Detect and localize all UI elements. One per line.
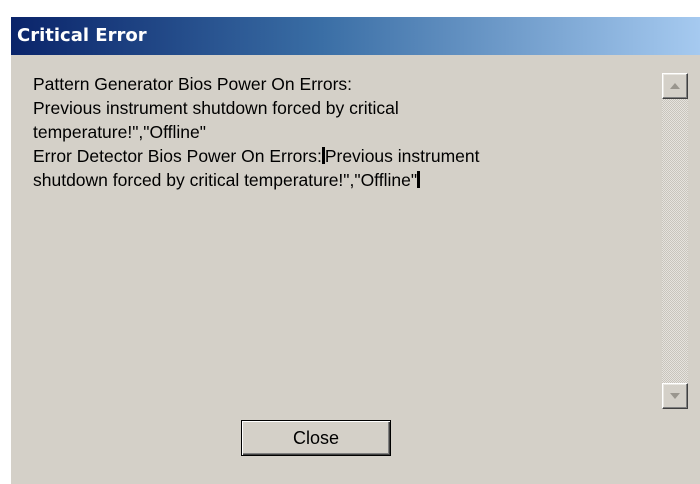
message-line: temperature!","Offline" <box>33 122 206 142</box>
scroll-down-button[interactable] <box>662 383 688 409</box>
text-separator-mark <box>417 171 421 188</box>
message-line: Pattern Generator Bios Power On Errors: <box>33 74 353 94</box>
message-line: Error Detector Bios Power On Errors: <box>33 146 322 166</box>
message-line: Previous instrument shutdown forced by c… <box>33 98 399 118</box>
dialog-title: Critical Error <box>17 25 147 46</box>
scroll-up-button[interactable] <box>662 73 688 99</box>
critical-error-dialog: Critical Error Pattern Generator Bios Po… <box>10 16 700 484</box>
arrow-down-icon <box>670 393 680 399</box>
vertical-scrollbar[interactable] <box>662 73 688 409</box>
message-line: shutdown forced by critical temperature!… <box>33 170 418 190</box>
error-message: Pattern Generator Bios Power On Errors: … <box>33 72 643 192</box>
title-bar[interactable]: Critical Error <box>11 17 700 55</box>
arrow-up-icon <box>670 83 680 89</box>
close-button[interactable]: Close <box>241 420 391 456</box>
message-line: Previous instrument <box>324 146 480 166</box>
